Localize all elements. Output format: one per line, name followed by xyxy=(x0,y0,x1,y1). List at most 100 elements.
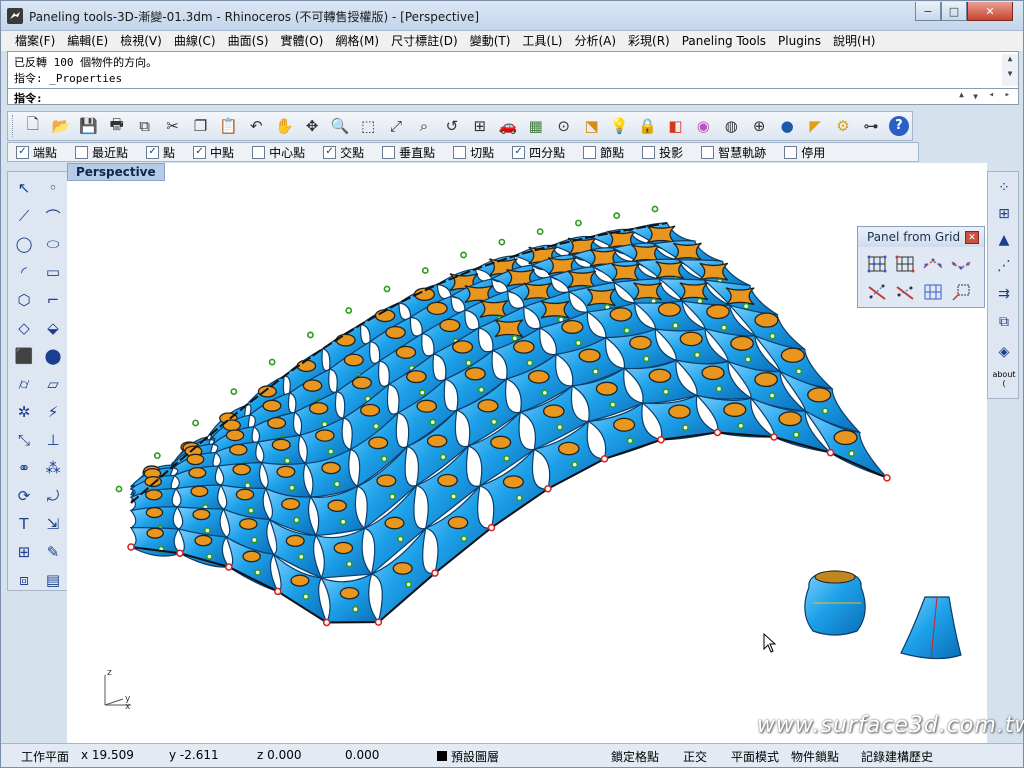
new-file-icon[interactable]: 🗋 xyxy=(20,113,46,139)
rotate-icon[interactable]: ⟳ xyxy=(11,483,37,509)
scroll-up-icon[interactable]: ▲ xyxy=(1008,54,1013,63)
open-folder-icon[interactable]: 📂 xyxy=(48,113,74,139)
color-wheel-icon[interactable]: ◉ xyxy=(690,113,716,139)
panel-3d-variable-icon[interactable] xyxy=(892,280,918,304)
mesh-plane-icon[interactable]: ▱ xyxy=(40,371,66,397)
dimension-icon[interactable]: ⊥ xyxy=(40,427,66,453)
arc-icon[interactable]: ◜ xyxy=(11,259,37,285)
osnap-checkbox[interactable]: ✓ xyxy=(193,145,207,159)
osnap-checkbox[interactable] xyxy=(701,145,715,159)
rotate-3d-icon[interactable]: ⤾ xyxy=(40,483,66,509)
close-button[interactable]: ✕ xyxy=(967,2,1013,21)
menu-item[interactable]: 彩現(R) xyxy=(622,31,676,51)
properties-tree-icon[interactable]: ⊶ xyxy=(858,113,884,139)
options-gear-icon[interactable]: ⚙ xyxy=(830,113,856,139)
toolbar-grip[interactable] xyxy=(12,115,16,137)
maximize-button[interactable]: □ xyxy=(941,2,967,21)
cplane-label[interactable]: 工作平面 xyxy=(21,748,69,765)
osnap-option[interactable]: 最近點 xyxy=(75,144,128,161)
osnap-checkbox[interactable]: ✓ xyxy=(146,145,160,159)
group-icon[interactable]: ⁂ xyxy=(40,455,66,481)
record-history-toggle[interactable]: 記錄建構歷史 xyxy=(861,748,933,765)
extrude-surface-icon[interactable]: ⬙ xyxy=(40,315,66,341)
prompt-scroll-down-icon[interactable]: ▼ xyxy=(973,92,978,101)
osnap-option[interactable]: 停用 xyxy=(784,144,825,161)
osnap-option[interactable]: 投影 xyxy=(642,144,683,161)
panel-curve-icon[interactable] xyxy=(920,252,946,276)
boolean-icon[interactable]: ⚭ xyxy=(11,455,37,481)
osnap-option[interactable]: 中心點 xyxy=(252,144,305,161)
point-tool-icon[interactable]: ◦ xyxy=(40,175,66,201)
menu-item[interactable]: 工具(L) xyxy=(516,31,568,51)
puzzle-icon[interactable]: ✲ xyxy=(11,399,37,425)
grid-points-icon[interactable]: ⁘ xyxy=(991,176,1017,200)
curve-cv-icon[interactable]: ⌒ xyxy=(40,203,66,229)
panel-pattern-icon[interactable]: ⧉ xyxy=(991,310,1017,334)
box-solid-icon[interactable]: ⬛ xyxy=(11,343,37,369)
array-icon[interactable]: ⊞ xyxy=(11,539,37,565)
viewport-title-tab[interactable]: Perspective xyxy=(67,163,165,181)
panel-from-grid-close-button[interactable]: ✕ xyxy=(965,231,979,244)
analyze-icon[interactable]: ⚡ xyxy=(40,399,66,425)
rhino-app-icon[interactable] xyxy=(7,8,23,24)
paste-icon[interactable]: 📋 xyxy=(215,113,241,139)
menu-item[interactable]: Plugins xyxy=(772,31,827,51)
print-icon[interactable]: 🖶 xyxy=(104,113,130,139)
point-icon[interactable]: ⊙ xyxy=(551,113,577,139)
save-icon[interactable]: 💾 xyxy=(76,113,102,139)
panel-grid-surface-icon[interactable] xyxy=(892,252,918,276)
menu-item[interactable]: 分析(A) xyxy=(568,31,622,51)
circle-icon[interactable]: ◯ xyxy=(11,231,37,257)
osnap-checkbox[interactable]: ✓ xyxy=(323,145,337,159)
ortho-toggle[interactable]: 正交 xyxy=(683,748,707,765)
zoom-icon[interactable]: 🔍 xyxy=(327,113,353,139)
menu-item[interactable]: Paneling Tools xyxy=(676,31,772,51)
block-icon[interactable]: ⧈ xyxy=(11,567,37,593)
planar-toggle[interactable]: 平面模式 xyxy=(731,748,779,765)
grid-array-icon[interactable]: ⊞ xyxy=(991,202,1017,226)
title-bar[interactable]: Paneling tools-3D-漸變-01.3dm - Rhinoceros… xyxy=(1,1,1023,31)
diamond-panel-icon[interactable]: ◈ xyxy=(991,340,1017,364)
osnap-checkbox[interactable] xyxy=(453,145,467,159)
rectangle-icon[interactable]: ▭ xyxy=(40,259,66,285)
osnap-checkbox[interactable] xyxy=(642,145,656,159)
zoom-extents-icon[interactable]: ⤢ xyxy=(383,113,409,139)
pan-hand-icon[interactable]: ✋ xyxy=(271,113,297,139)
zoom-selected-icon[interactable]: ⌕ xyxy=(411,113,437,139)
osnap-option[interactable]: 切點 xyxy=(453,144,494,161)
menu-item[interactable]: 網格(M) xyxy=(329,31,385,51)
zoom-window-icon[interactable]: ⬚ xyxy=(355,113,381,139)
ellipse-icon[interactable]: ⬭ xyxy=(40,231,66,257)
command-prompt[interactable]: 指令: ▲ ▼ ◂ ▸ xyxy=(8,88,1018,105)
layer-color-swatch[interactable] xyxy=(437,751,447,761)
panel-select-icon[interactable] xyxy=(948,280,974,304)
export-icon[interactable]: ⧉ xyxy=(132,113,158,139)
shaded-sphere-icon[interactable]: ● xyxy=(774,113,800,139)
osnap-checkbox[interactable]: ✓ xyxy=(16,145,29,159)
four-viewports-icon[interactable]: ⊞ xyxy=(467,113,493,139)
osnap-checkbox[interactable] xyxy=(784,145,798,159)
cut-icon[interactable]: ✂ xyxy=(160,113,186,139)
scroll-down-icon[interactable]: ▼ xyxy=(1008,69,1013,78)
menu-item[interactable]: 檔案(F) xyxy=(9,31,61,51)
hatch-icon[interactable]: ▤ xyxy=(40,567,66,593)
prompt-right-icon[interactable]: ▸ xyxy=(1005,90,1010,100)
about-label[interactable]: about ( xyxy=(991,370,1017,388)
osnap-option[interactable]: ✓ 交點 xyxy=(323,144,364,161)
osnap-toggle[interactable]: 物件鎖點 xyxy=(791,748,839,765)
minimize-button[interactable]: − xyxy=(915,2,941,21)
osnap-option[interactable]: ✓ 中點 xyxy=(193,144,234,161)
select-object-icon[interactable]: ⬔ xyxy=(579,113,605,139)
menu-item[interactable]: 尺寸標註(D) xyxy=(385,31,464,51)
help-icon[interactable]: ? xyxy=(886,113,912,139)
osnap-option[interactable]: ✓ 端點 xyxy=(16,144,57,161)
paneling-model[interactable] xyxy=(67,163,987,743)
rotate-view-icon[interactable]: ✥ xyxy=(299,113,325,139)
osnap-option[interactable]: 智慧軌跡 xyxy=(701,144,766,161)
polygon-icon[interactable]: ⬡ xyxy=(11,287,37,313)
render-sphere-icon[interactable]: ◍ xyxy=(718,113,744,139)
osnap-option[interactable]: 垂直點 xyxy=(382,144,435,161)
perspective-viewport[interactable]: Perspective z y x xyxy=(67,163,987,743)
move-icon[interactable]: ⤡ xyxy=(11,427,37,453)
menu-item[interactable]: 曲面(S) xyxy=(222,31,275,51)
